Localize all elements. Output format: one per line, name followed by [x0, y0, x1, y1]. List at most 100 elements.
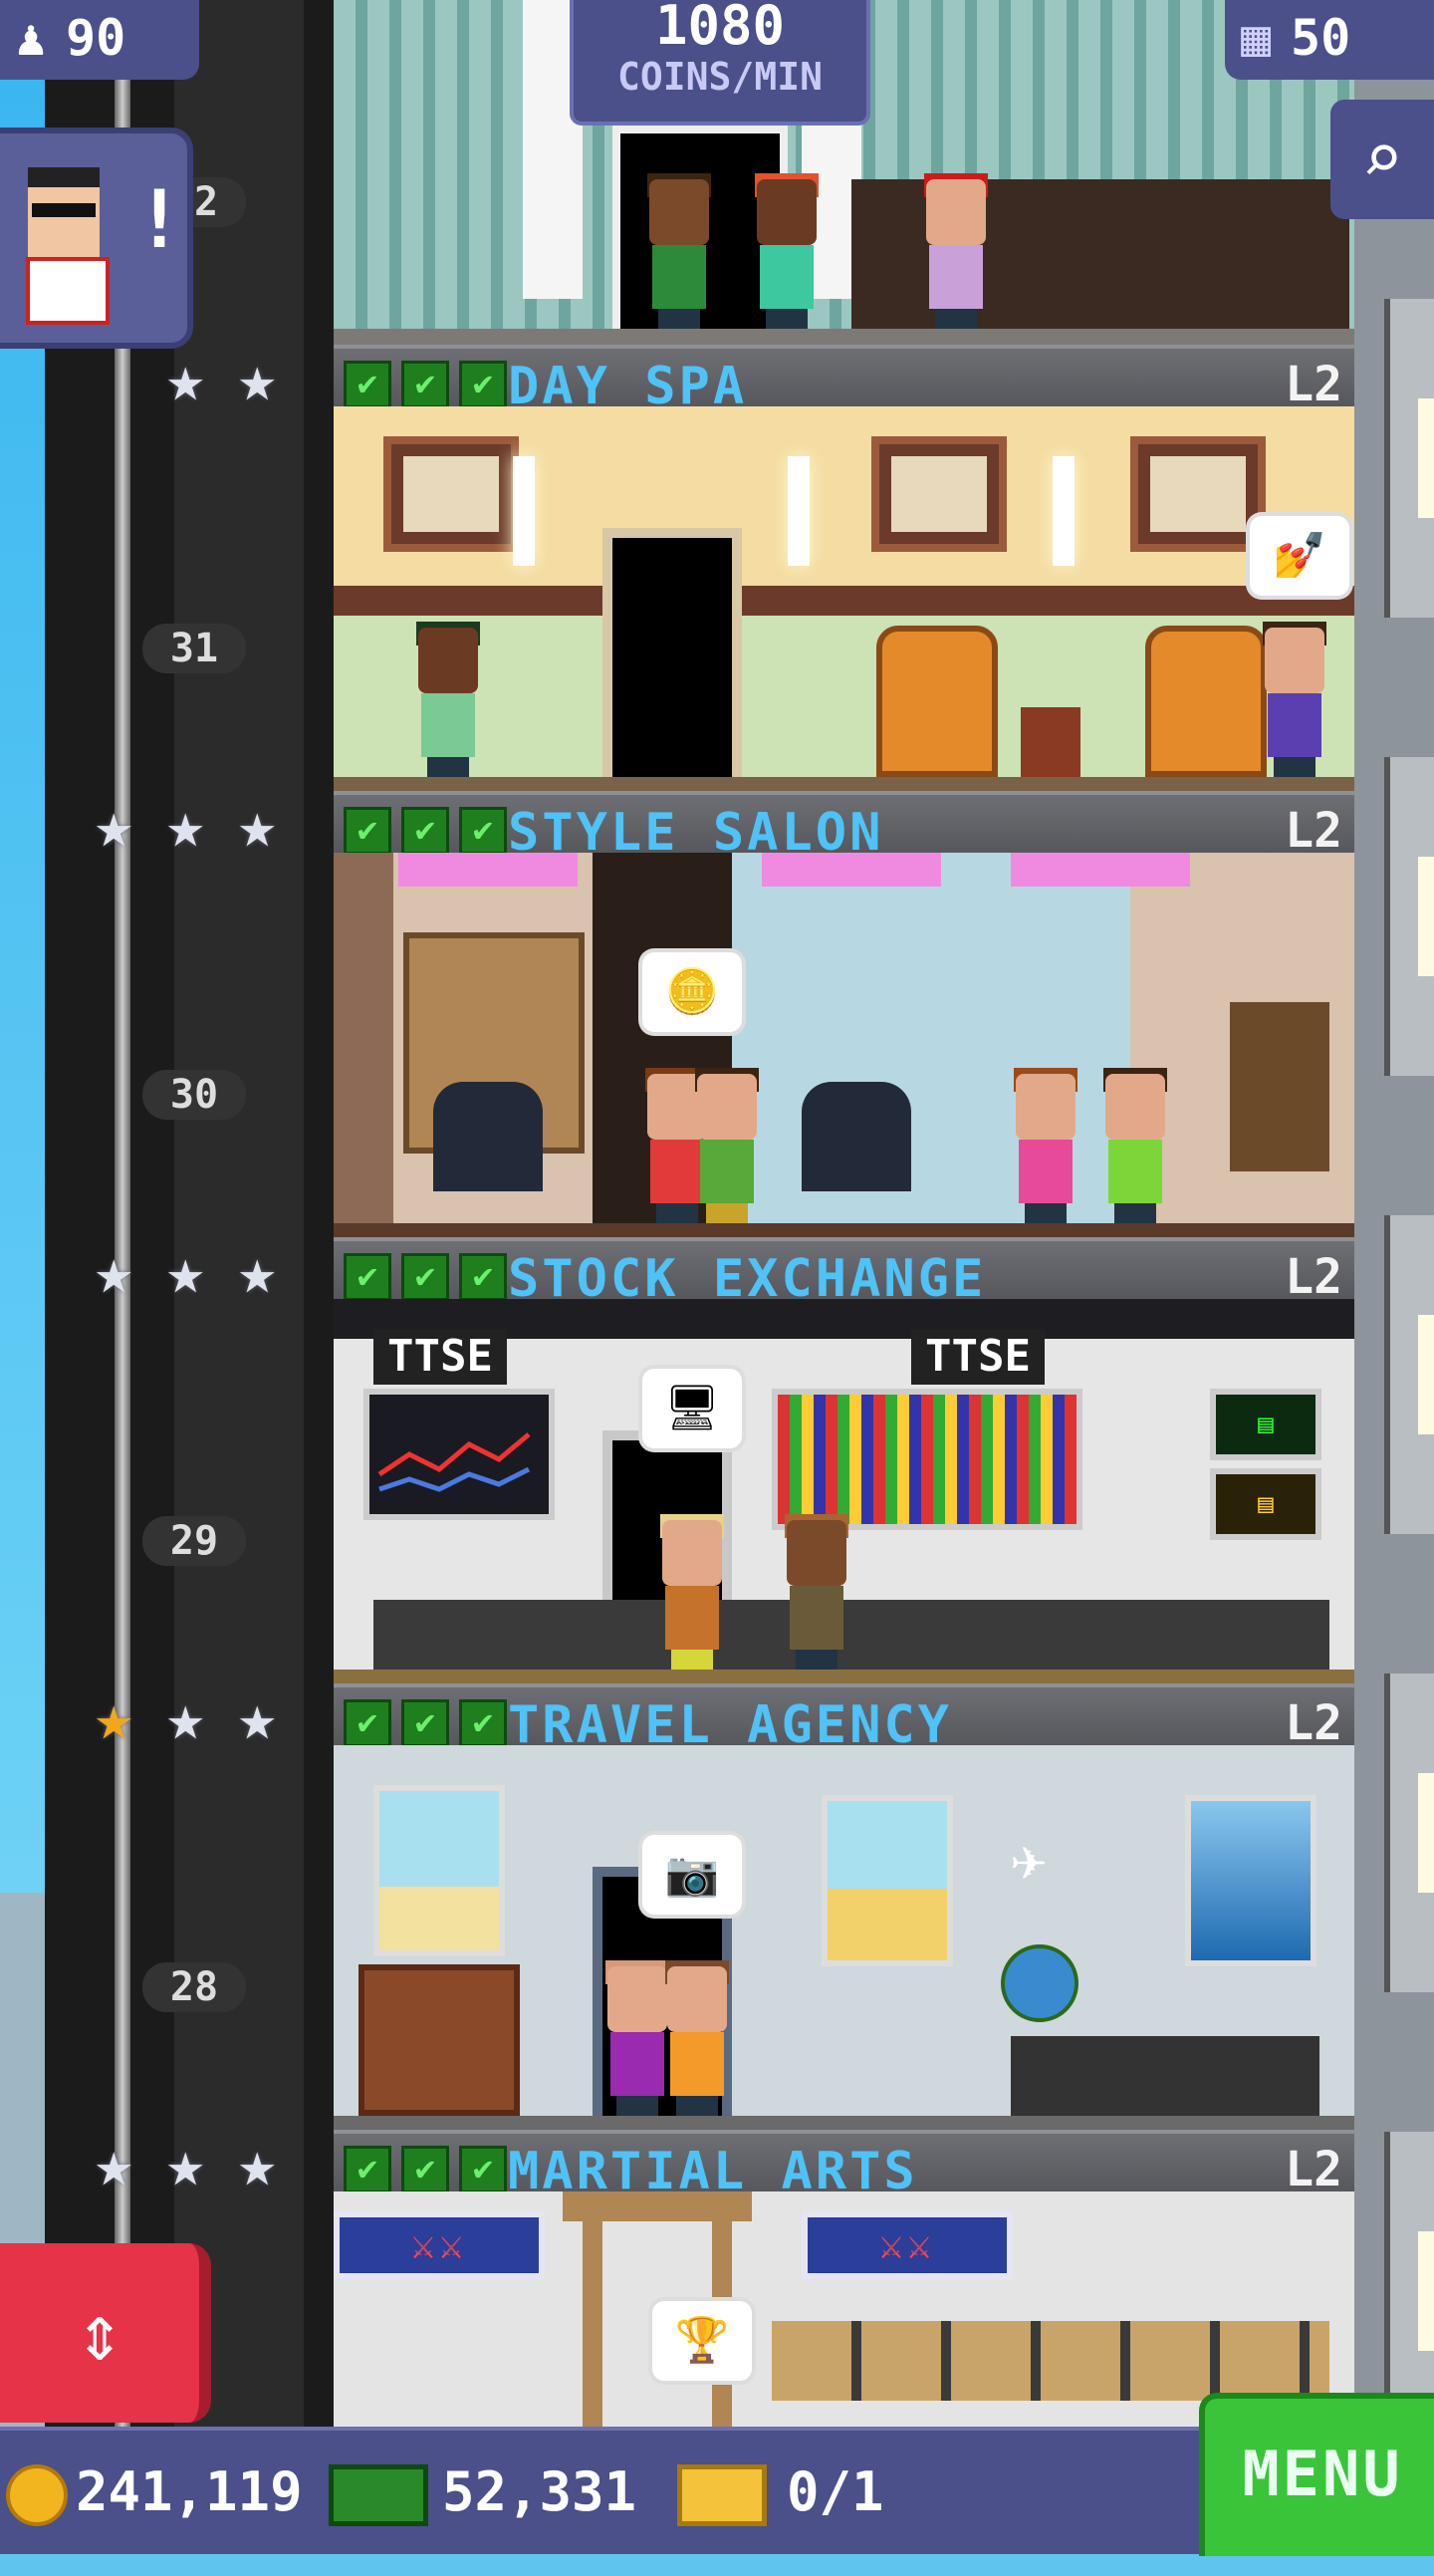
floor-level: L2	[1285, 1695, 1342, 1751]
ttse-sign: TTSE	[911, 1329, 1045, 1385]
stock-checks: ✔ ✔ ✔	[344, 1699, 517, 1747]
floor-banner[interactable]: ✔ ✔ ✔ STOCK EXCHANGE L2	[334, 1237, 1354, 1309]
floor-stars: ★ ★ ★	[95, 2130, 304, 2199]
floor-level: L2	[1285, 2142, 1342, 2197]
star-icon: ★	[238, 2128, 277, 2201]
check-icon: ✔	[459, 1699, 507, 1747]
person-icon: ♟	[16, 9, 47, 67]
check-icon: ✔	[401, 2146, 449, 2193]
salon-room[interactable]: 🪙	[334, 853, 1354, 1237]
tickets-value: 0/1	[787, 2460, 884, 2523]
check-icon: ✔	[459, 807, 507, 855]
coins-per-minute-label: COINS/MIN	[617, 55, 823, 99]
magnifier-icon: ⌕	[1360, 118, 1404, 199]
bux-counter[interactable]: 52,331	[329, 2450, 636, 2534]
floor-style-salon[interactable]: ✔ ✔ ✔ STYLE SALON L2 🪙	[334, 791, 1354, 1237]
stock-ticker-board	[772, 1389, 1082, 1530]
coins-value: 241,119	[76, 2460, 303, 2523]
check-icon: ✔	[344, 1253, 391, 1301]
floor-banner[interactable]: ✔ ✔ ✔ MARTIAL ARTS L2	[334, 2130, 1354, 2201]
martial-arts-room[interactable]: ⚔⚔ ⚔⚔ 🏆	[334, 2191, 1354, 2427]
population-value: 90	[66, 9, 126, 67]
coins-counter[interactable]: 241,119	[6, 2450, 303, 2534]
cruise-poster	[373, 1785, 505, 1956]
check-icon: ✔	[344, 2146, 391, 2193]
travel-agency-room[interactable]: ✈ 📷	[334, 1745, 1354, 2130]
tower-outer-wall	[1354, 0, 1434, 2550]
floor-travel-agency[interactable]: ✔ ✔ ✔ TRAVEL AGENCY L2 ✈ 📷	[334, 1683, 1354, 2130]
bitizen-alert-card[interactable]: !	[0, 128, 193, 349]
check-icon: ✔	[401, 361, 449, 408]
check-icon: ✔	[344, 361, 391, 408]
bitizen-avatar	[18, 157, 110, 325]
menu-button[interactable]: MENU	[1199, 2393, 1434, 2556]
elevator-button[interactable]: ⇕	[0, 2243, 211, 2423]
bridge-poster	[1185, 1795, 1316, 1966]
star-icon: ★	[166, 343, 205, 416]
computer-icon[interactable]: 🖥	[642, 1369, 742, 1448]
stock-checks: ✔ ✔ ✔	[344, 361, 517, 408]
stock-checks: ✔ ✔ ✔	[344, 2146, 517, 2193]
check-icon: ✔	[344, 1699, 391, 1747]
star-icon: ★	[238, 1235, 277, 1309]
coin-icon	[6, 2464, 68, 2527]
check-icon: ✔	[401, 1699, 449, 1747]
bux-value: 52,331	[442, 2460, 637, 2523]
check-icon: ✔	[401, 807, 449, 855]
coins-stack-icon[interactable]: 🪙	[642, 952, 742, 1032]
floor-count-value: 50	[1291, 9, 1351, 67]
beach-poster	[822, 1795, 953, 1966]
star-icon: ★	[238, 1681, 277, 1755]
check-icon: ✔	[344, 807, 391, 855]
coins-per-minute-value: 1080	[654, 0, 786, 57]
floor-banner[interactable]: ✔ ✔ ✔ DAY SPA L2	[334, 345, 1354, 416]
floor-level: L2	[1285, 1249, 1342, 1305]
floor-banner[interactable]: ✔ ✔ ✔ TRAVEL AGENCY L2	[334, 1683, 1354, 1755]
up-down-arrows-icon: ⇕	[75, 2286, 124, 2379]
floor-day-spa[interactable]: ✔ ✔ ✔ DAY SPA L2 💅	[334, 345, 1354, 791]
population-counter[interactable]: ♟ 90	[0, 0, 199, 80]
floor-number-label: 28	[142, 1962, 246, 2012]
camera-icon[interactable]: 📷	[642, 1835, 742, 1915]
spa-room[interactable]: 💅	[334, 406, 1354, 791]
coins-per-minute-panel[interactable]: 1080 COINS/MIN	[570, 0, 870, 126]
check-icon: ✔	[401, 1253, 449, 1301]
stock-exchange-room[interactable]: TTSE TTSE ▤ ▤ 🖥	[334, 1299, 1354, 1683]
ttse-sign: TTSE	[373, 1329, 507, 1385]
stock-checks: ✔ ✔ ✔	[344, 807, 517, 855]
ticket-icon	[677, 2464, 767, 2527]
building-icon: ▦	[1241, 9, 1272, 67]
star-icon: ★	[238, 343, 277, 416]
star-icon: ★	[166, 1681, 205, 1755]
search-button[interactable]: ⌕	[1330, 100, 1434, 219]
martial-arts-banner: ⚔⚔	[334, 2211, 545, 2279]
floor-stars: ★★★	[95, 345, 304, 414]
check-icon: ✔	[459, 2146, 507, 2193]
floor-number-label: 31	[142, 624, 246, 673]
star-icon: ★	[166, 1235, 205, 1309]
floor-level: L2	[1285, 357, 1342, 412]
floor-stars: ★★★	[95, 1237, 304, 1307]
tickets-counter[interactable]: 0/1	[677, 2450, 884, 2534]
star-icon: ★	[166, 2128, 205, 2201]
globe-icon	[1001, 1944, 1078, 2022]
star-icon: ★	[166, 789, 205, 863]
bux-icon	[329, 2464, 428, 2527]
star-icon: ★	[95, 1681, 133, 1755]
star-icon: ★	[238, 789, 277, 863]
floor-counter[interactable]: ▦ 50	[1225, 0, 1434, 80]
stock-checks: ✔ ✔ ✔	[344, 1253, 517, 1301]
star-icon: ★	[95, 2128, 133, 2201]
check-icon: ✔	[459, 361, 507, 408]
check-icon: ✔	[459, 1253, 507, 1301]
floor-number-label: 30	[142, 1070, 246, 1120]
ticker-display: ▤	[1210, 1389, 1321, 1460]
nail-polish-icon[interactable]: 💅	[1250, 516, 1349, 596]
trophy-icon[interactable]: 🏆	[652, 2301, 752, 2381]
martial-arts-banner: ⚔⚔	[802, 2211, 1013, 2279]
floor-stock-exchange[interactable]: ✔ ✔ ✔ STOCK EXCHANGE L2 TTSE TTSE ▤ ▤ 🖥	[334, 1237, 1354, 1683]
ticker-display: ▤	[1210, 1468, 1321, 1540]
airplane-icon: ✈	[1011, 1825, 1048, 1895]
floor-stars: ★ ★ ★	[95, 1683, 304, 1753]
floor-banner[interactable]: ✔ ✔ ✔ STYLE SALON L2	[334, 791, 1354, 863]
